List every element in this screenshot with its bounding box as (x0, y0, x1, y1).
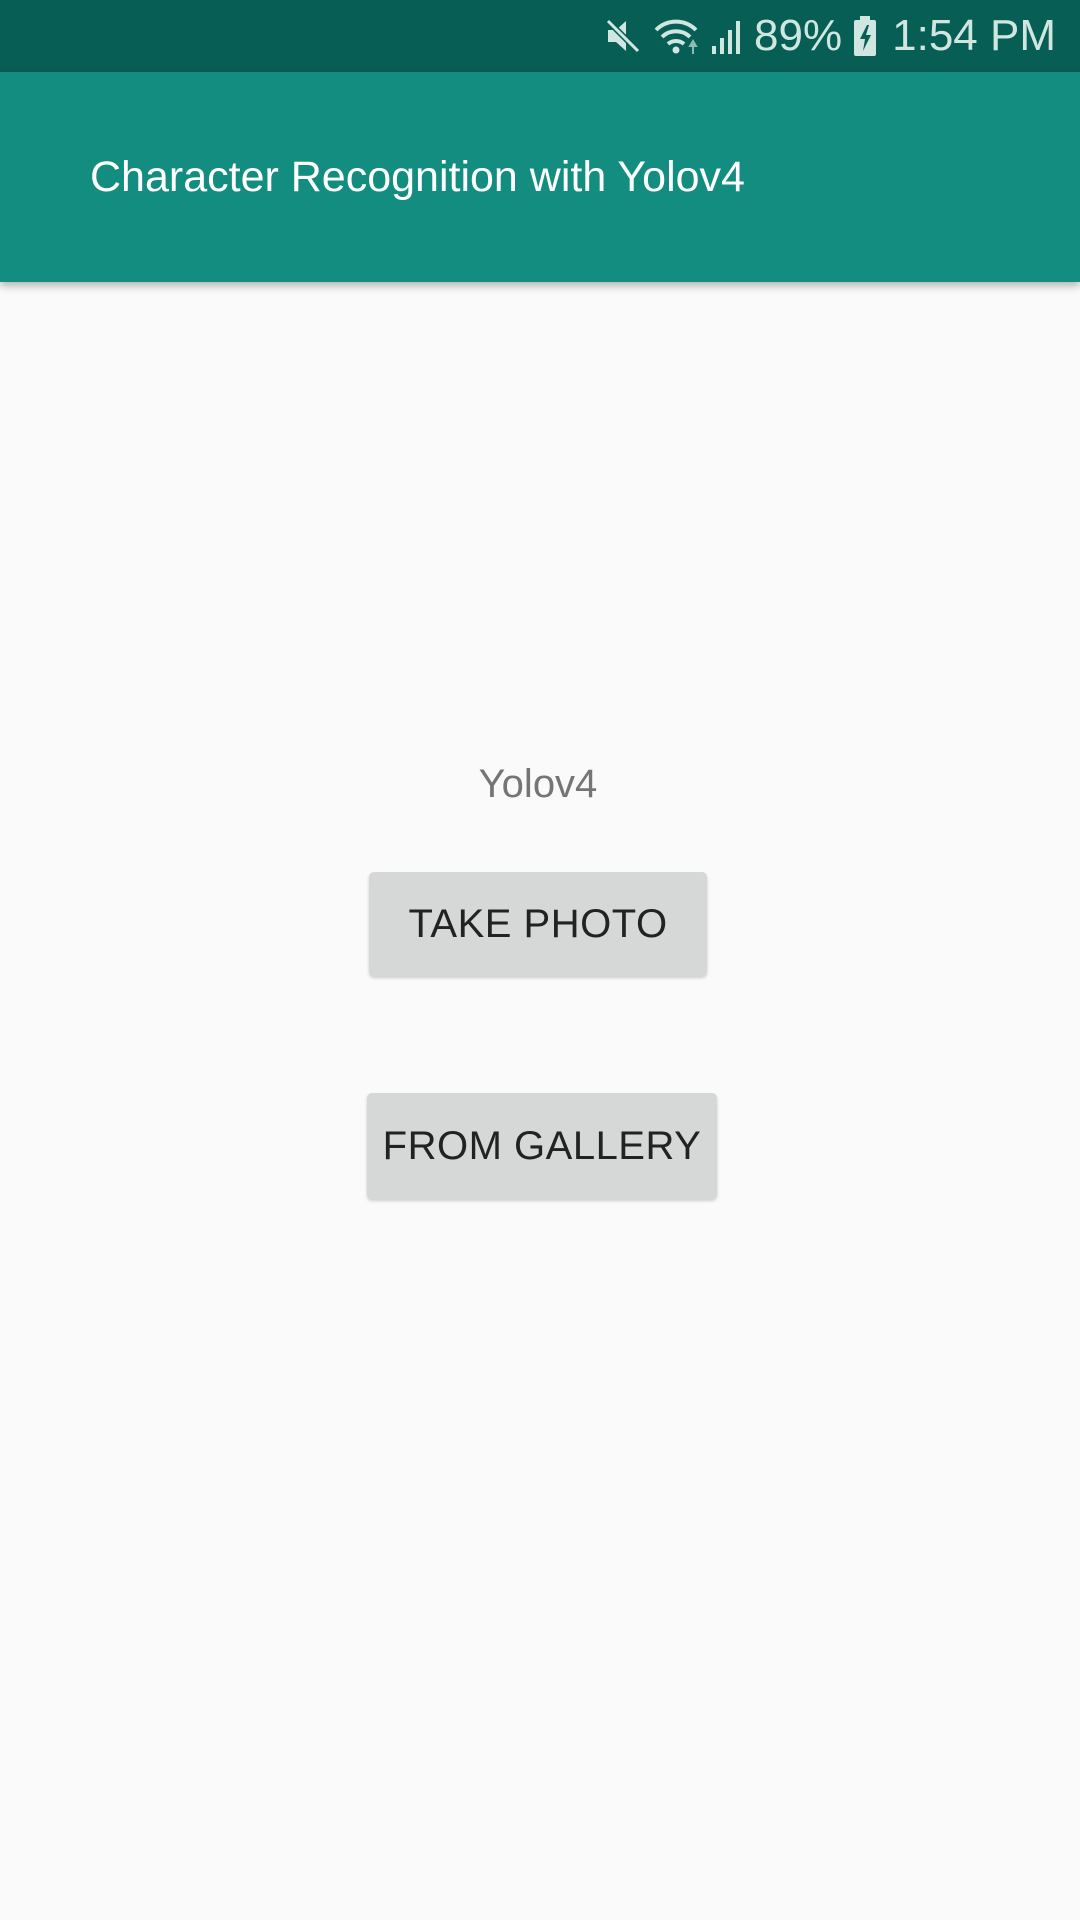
app-screen: 89% 1:54 PM Character Recognition with Y… (0, 0, 1080, 1920)
battery-charging-icon (852, 15, 878, 57)
mute-icon (602, 16, 642, 56)
model-label: Yolov4 (478, 762, 598, 806)
take-photo-button[interactable]: TAKE PHOTO (369, 872, 707, 976)
signal-icon (710, 16, 744, 56)
clock: 1:54 PM (892, 11, 1056, 60)
main-content: Yolov4 TAKE PHOTO FROM GALLERY (0, 282, 1080, 1920)
status-bar: 89% 1:54 PM (0, 0, 1080, 72)
wifi-icon (652, 16, 700, 56)
app-bar: Character Recognition with Yolov4 (0, 72, 1080, 282)
app-title: Character Recognition with Yolov4 (90, 152, 745, 201)
battery-percentage: 89% (754, 11, 843, 60)
from-gallery-button[interactable]: FROM GALLERY (367, 1093, 717, 1199)
